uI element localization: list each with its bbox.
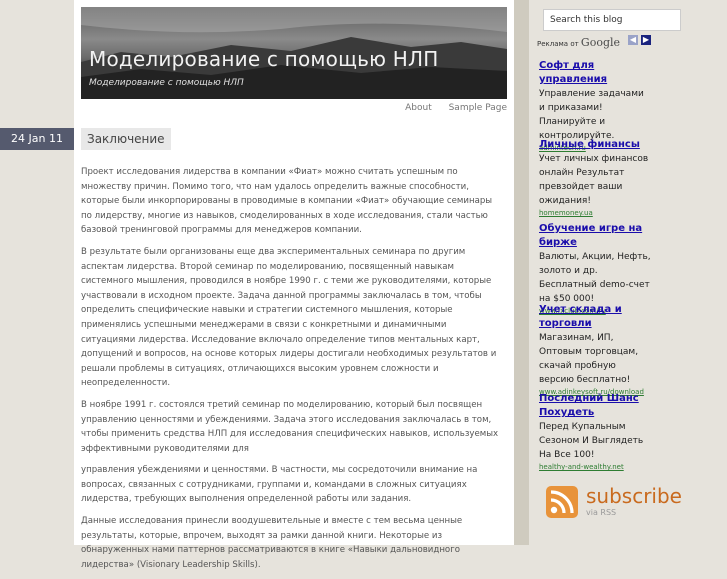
ad-text: Перед Купальным Сезоном И Выглядеть На В… — [539, 422, 644, 460]
sidebar-divider — [514, 0, 529, 545]
post-paragraph: В ноябре 1991 г. состоялся третий семина… — [81, 399, 499, 454]
ads-next-arrow-icon[interactable]: ▶ — [641, 35, 651, 45]
post-title[interactable]: Заключение — [81, 128, 171, 150]
nav-item-about[interactable]: About — [405, 103, 432, 113]
header-banner: Моделирование с помощью НЛП Моделировани… — [81, 7, 507, 99]
post-date-badge: 24 Jan 11 — [0, 128, 74, 150]
post-paragraph: Данные исследования принесли воодушевите… — [81, 516, 463, 570]
ad-text: Учет личных финансов онлайн Результат пр… — [539, 154, 649, 206]
ad-text: Магазинам, ИП, Оптовым торговцам, скачай… — [539, 333, 639, 385]
ad-title-link[interactable]: Личные финансы — [539, 138, 651, 152]
rss-subscribe-link[interactable]: subscribe via RSS — [546, 484, 682, 524]
ad-block: Личные финансы Учет личных финансов онла… — [539, 138, 651, 218]
ad-url-link[interactable]: homemoney.ua — [539, 208, 651, 218]
ad-title-link[interactable]: Учет склада и торговли — [539, 303, 651, 331]
ad-block: Последний Шанс Похудеть Перед Купальным … — [539, 392, 651, 472]
subscribe-label: subscribe — [586, 484, 682, 508]
ad-block: Учет склада и торговли Магазинам, ИП, Оп… — [539, 303, 651, 397]
ad-text: Управление задачами и приказами! Планиру… — [539, 89, 644, 141]
google-logo: Google — [580, 36, 621, 49]
top-nav: About Sample Page — [391, 103, 507, 113]
rss-icon — [546, 486, 578, 518]
ad-title-link[interactable]: Последний Шанс Похудеть — [539, 392, 651, 420]
post-content: Проект исследования лидерства в компании… — [81, 165, 501, 579]
ad-block: Обучение игре на бирже Валюты, Акции, Не… — [539, 222, 651, 316]
ad-url-link[interactable]: healthy-and-wealthy.net — [539, 462, 651, 472]
nav-item-sample-page[interactable]: Sample Page — [449, 103, 507, 113]
ad-title-link[interactable]: Софт для управления — [539, 59, 651, 87]
ads-prev-arrow-icon[interactable]: ◀ — [628, 35, 638, 45]
post-paragraph: Проект исследования лидерства в компании… — [81, 167, 493, 236]
search-input[interactable]: Search this blog — [543, 9, 681, 31]
ads-by-google-label[interactable]: Реклама от Google — [537, 36, 620, 49]
ad-title-link[interactable]: Обучение игре на бирже — [539, 222, 651, 250]
site-description: Моделирование с помощью НЛП — [89, 78, 244, 88]
site-title[interactable]: Моделирование с помощью НЛП — [89, 47, 438, 71]
post-paragraph: В результате были организованы еще два э… — [81, 246, 497, 389]
ads-label-text: Реклама от — [537, 40, 579, 48]
subscribe-sublabel: via RSS — [586, 508, 617, 517]
ad-text: Валюты, Акции, Нефть, золото и др. Беспл… — [539, 252, 651, 304]
post-paragraph: управления убеждениями и ценностями. В ч… — [81, 465, 478, 505]
